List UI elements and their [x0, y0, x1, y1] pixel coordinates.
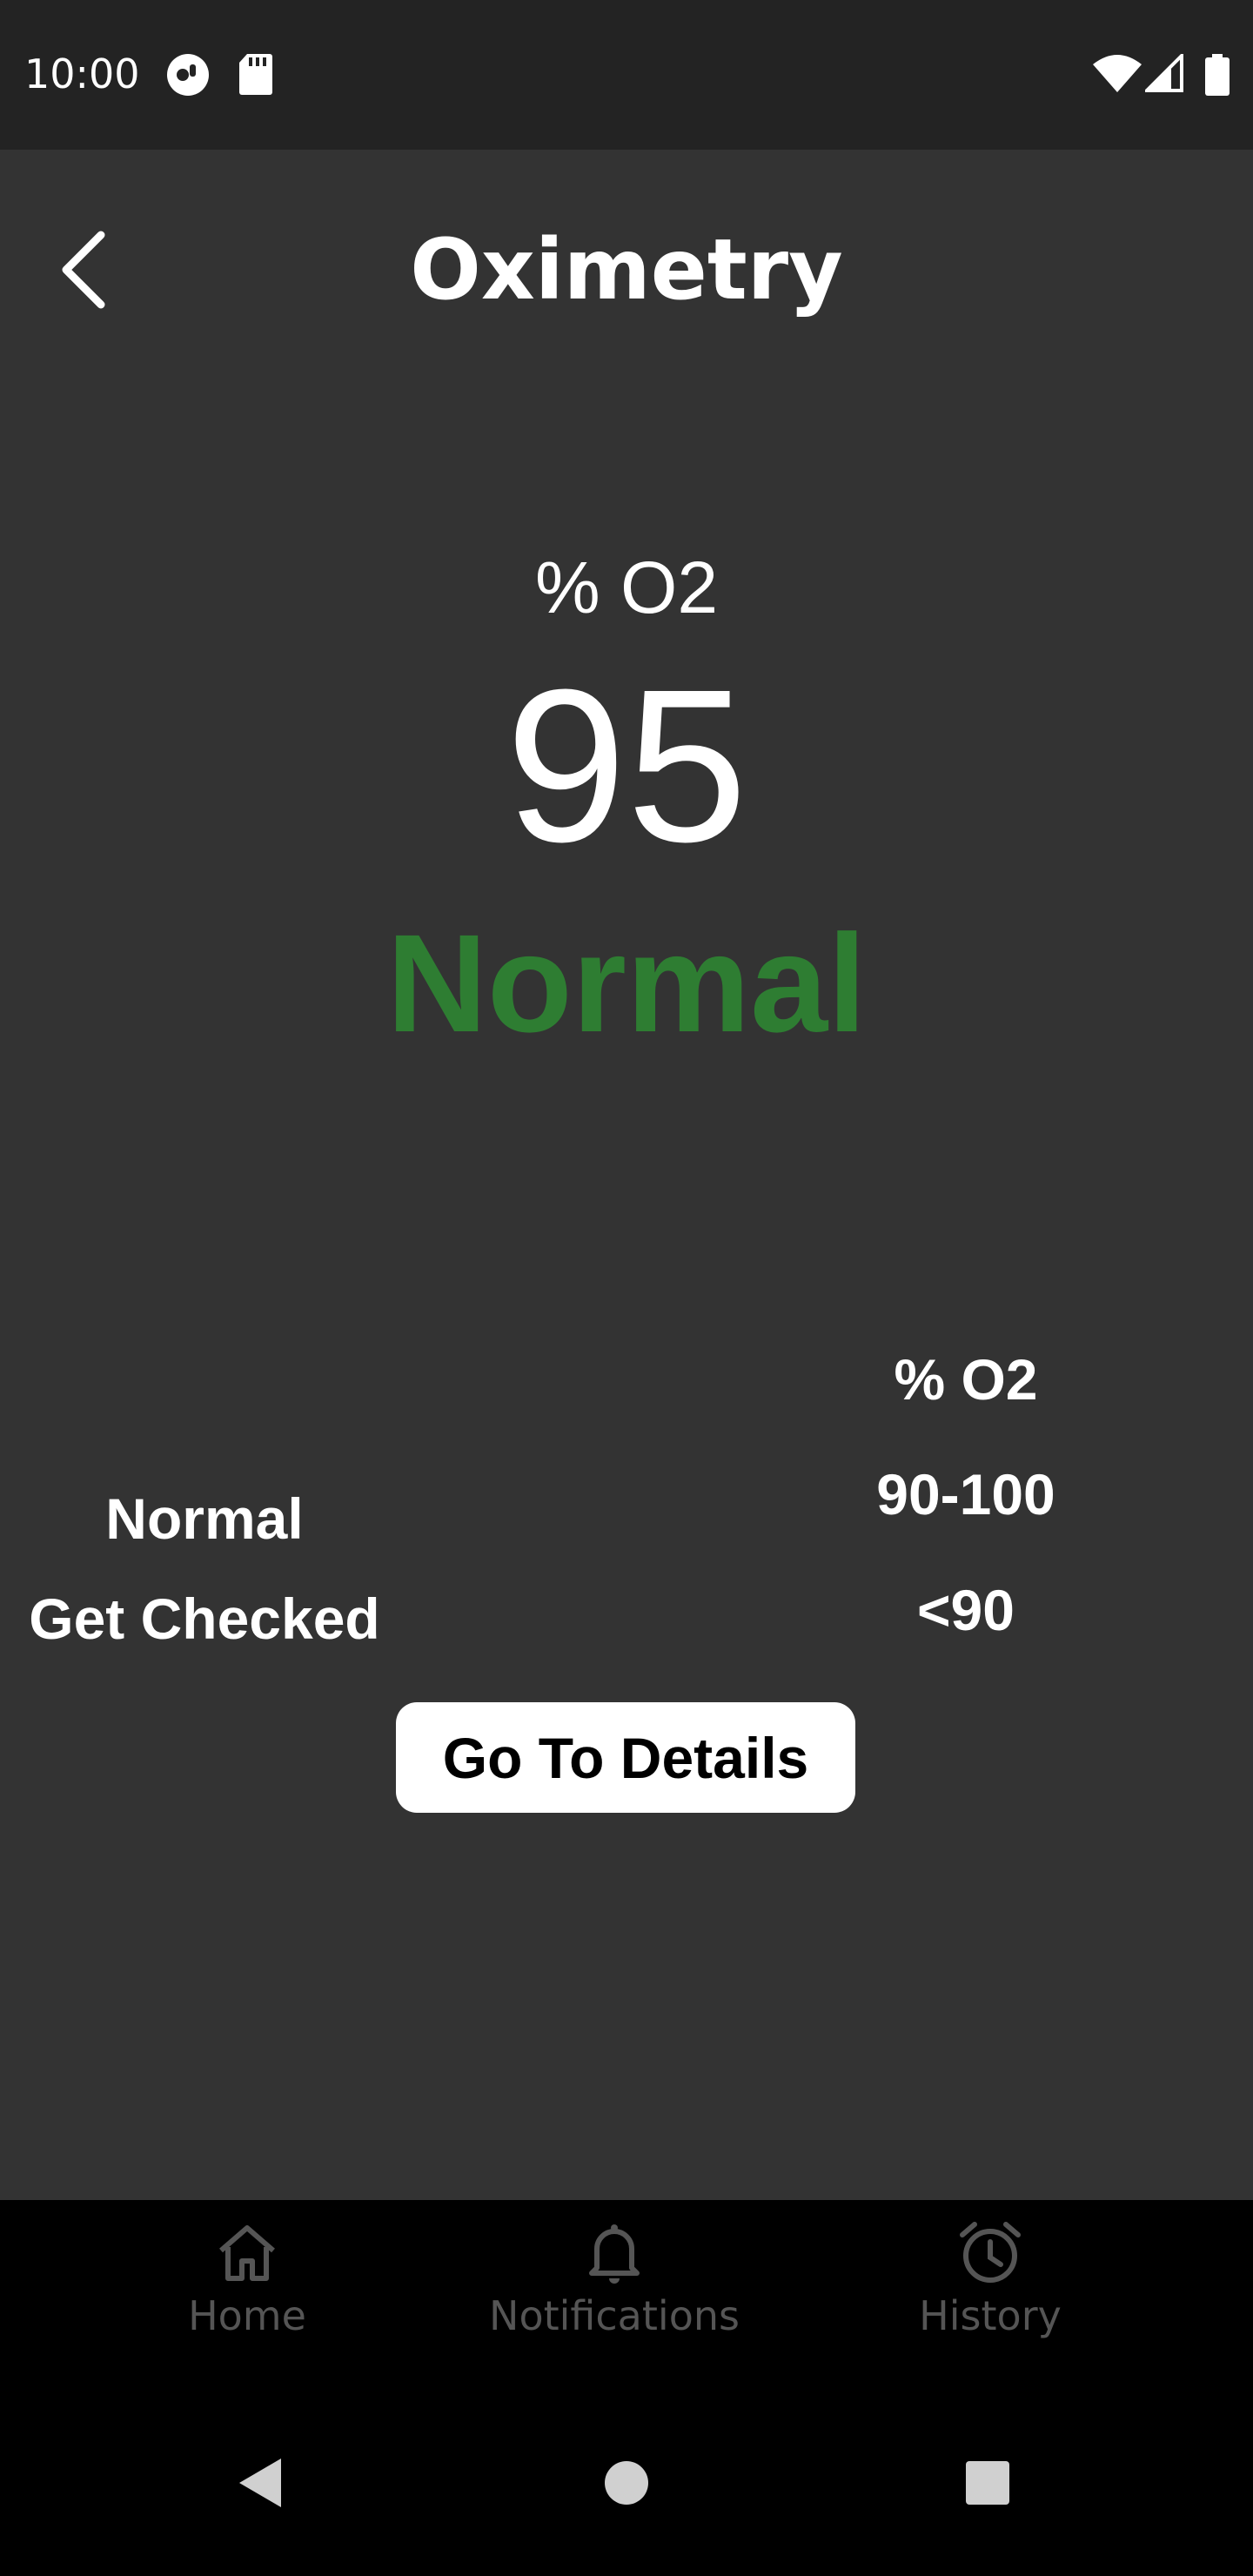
back-triangle-icon: [239, 2459, 281, 2507]
home-circle-icon: [605, 2461, 648, 2505]
sd-card-icon: [238, 52, 273, 100]
nav-item-home[interactable]: Home: [90, 2217, 404, 2374]
nav-item-history[interactable]: History: [834, 2217, 1147, 2374]
system-home-button[interactable]: [596, 2452, 657, 2513]
bottom-nav: Home Notifications History: [0, 2200, 1253, 2387]
page-title: Oximetry: [410, 221, 843, 319]
reference-row-range: <90: [917, 1578, 1015, 1642]
reading-status: Normal: [386, 905, 867, 1061]
alarm-clock-icon: [960, 2222, 1021, 2283]
status-time: 10:00: [24, 50, 140, 97]
bell-icon: [589, 2224, 640, 2284]
system-back-button[interactable]: [230, 2452, 291, 2513]
home-icon: [219, 2225, 275, 2281]
app-notification-icon: [165, 52, 211, 102]
nav-label-home: Home: [188, 2292, 306, 2339]
reference-row-range: 90-100: [876, 1462, 1055, 1526]
nav-label-notifications: Notifications: [489, 2292, 740, 2339]
status-bar: 10:00: [0, 0, 1253, 150]
system-nav-bar: [0, 2387, 1253, 2576]
battery-icon: [1204, 54, 1230, 100]
chevron-left-icon: [62, 231, 105, 309]
back-button[interactable]: [35, 218, 131, 322]
nav-item-notifications[interactable]: Notifications: [458, 2217, 771, 2374]
reading-value: 95: [505, 644, 748, 887]
reference-row-label: Normal: [105, 1486, 304, 1551]
cellular-signal-icon: [1142, 51, 1183, 97]
recents-square-icon: [966, 2461, 1009, 2505]
nav-label-history: History: [919, 2292, 1062, 2339]
reference-table-header: % O2: [894, 1347, 1038, 1412]
wifi-icon: [1093, 54, 1142, 97]
oximetry-screen: 10:00 Oximetry % O2 95 Normal % O2 Norma…: [0, 0, 1253, 2576]
reading-unit: % O2: [534, 547, 719, 628]
go-to-details-button[interactable]: Go To Details: [396, 1702, 855, 1813]
reference-row-label: Get Checked: [29, 1587, 380, 1651]
system-recents-button[interactable]: [957, 2452, 1018, 2513]
